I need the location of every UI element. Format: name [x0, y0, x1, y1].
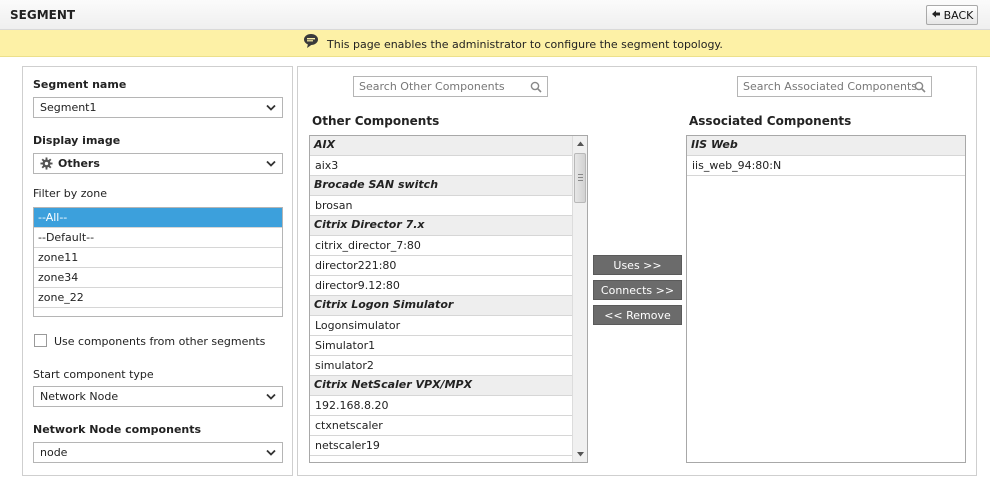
list-item[interactable]: 192.168.8.20 — [310, 396, 573, 416]
uses-button[interactable]: Uses >> — [593, 255, 682, 275]
group-header: IIS Web — [687, 136, 965, 156]
page-title: SEGMENT — [10, 8, 76, 22]
search-icon — [914, 81, 926, 93]
use-other-segments-label: Use components from other segments — [54, 335, 266, 348]
start-type-value: Network Node — [40, 390, 119, 403]
back-button[interactable]: BACK — [926, 5, 978, 25]
node-components-label: Network Node components — [33, 423, 202, 436]
title-bar: SEGMENT BACK — [0, 0, 990, 30]
list-item[interactable]: director9.12:80 — [310, 276, 573, 296]
list-item[interactable]: simulator2 — [310, 356, 573, 376]
search-associated-components[interactable] — [737, 76, 932, 97]
chevron-down-icon — [266, 393, 276, 400]
list-item[interactable]: Simulator1 — [310, 336, 573, 356]
scrollbar-thumb[interactable] — [574, 153, 586, 203]
search-associated-input[interactable] — [738, 77, 931, 96]
segment-name-value: Segment1 — [40, 101, 97, 114]
group-header: Citrix Director 7.x — [310, 216, 573, 236]
list-item[interactable]: Logonsimulator — [310, 316, 573, 336]
speech-bubble-icon — [304, 34, 318, 48]
zone-item[interactable]: zone34 — [34, 268, 282, 288]
search-other-input[interactable] — [354, 77, 547, 96]
display-image-value: Others — [58, 157, 100, 170]
node-components-value: node — [40, 446, 68, 459]
search-other-components[interactable] — [353, 76, 548, 97]
zone-item[interactable]: --Default-- — [34, 228, 282, 248]
group-header: AIX — [310, 136, 573, 156]
other-components-list[interactable]: AIX aix3 Brocade SAN switch brosan Citri… — [309, 135, 588, 463]
back-arrow-icon — [931, 10, 940, 18]
gear-icon — [40, 157, 53, 170]
scroll-up-arrow-icon[interactable] — [573, 136, 587, 151]
node-components-select[interactable]: node — [33, 442, 283, 463]
scroll-down-arrow-icon[interactable] — [573, 447, 587, 462]
connects-button[interactable]: Connects >> — [593, 280, 682, 300]
info-bar: This page enables the administrator to c… — [0, 30, 990, 57]
segment-name-select[interactable]: Segment1 — [33, 97, 283, 118]
display-image-label: Display image — [33, 134, 121, 147]
group-header: Citrix NetScaler VPX/MPX — [310, 376, 573, 396]
filter-zone-label: Filter by zone — [33, 187, 107, 200]
list-item[interactable]: brosan — [310, 196, 573, 216]
zone-item[interactable]: zone11 — [34, 248, 282, 268]
info-message: This page enables the administrator to c… — [327, 38, 723, 51]
use-other-segments-checkbox[interactable] — [34, 334, 47, 347]
associated-components-title: Associated Components — [689, 114, 852, 128]
associated-components-list[interactable]: IIS Web iis_web_94:80:N — [686, 135, 966, 463]
components-panel: Other Components Associated Components A… — [297, 66, 977, 476]
zone-filter-list[interactable]: --All-- --Default-- zone11 zone34 zone_2… — [33, 207, 283, 317]
list-item[interactable]: ctxnetscaler — [310, 416, 573, 436]
zone-item[interactable]: zone_22 — [34, 288, 282, 308]
list-item[interactable]: citrix_director_7:80 — [310, 236, 573, 256]
list-item[interactable]: netscaler19 — [310, 436, 573, 456]
chevron-down-icon — [266, 449, 276, 456]
segment-name-label: Segment name — [33, 78, 127, 91]
start-type-label: Start component type — [33, 368, 154, 381]
scrollbar[interactable] — [572, 136, 587, 462]
group-header: Brocade SAN switch — [310, 176, 573, 196]
other-components-title: Other Components — [312, 114, 440, 128]
back-button-label: BACK — [943, 8, 974, 22]
chevron-down-icon — [266, 104, 276, 111]
start-type-select[interactable]: Network Node — [33, 386, 283, 407]
zone-item[interactable]: --All-- — [34, 208, 282, 228]
segment-settings-panel: Segment name Segment1 Display image Othe… — [22, 66, 293, 476]
search-icon — [530, 81, 542, 93]
list-item[interactable]: iis_web_94:80:N — [687, 156, 965, 176]
display-image-select[interactable]: Others — [33, 153, 283, 174]
remove-button[interactable]: << Remove — [593, 305, 682, 325]
group-header: Citrix Logon Simulator — [310, 296, 573, 316]
chevron-down-icon — [266, 160, 276, 167]
list-item[interactable]: director221:80 — [310, 256, 573, 276]
list-item[interactable]: aix3 — [310, 156, 573, 176]
